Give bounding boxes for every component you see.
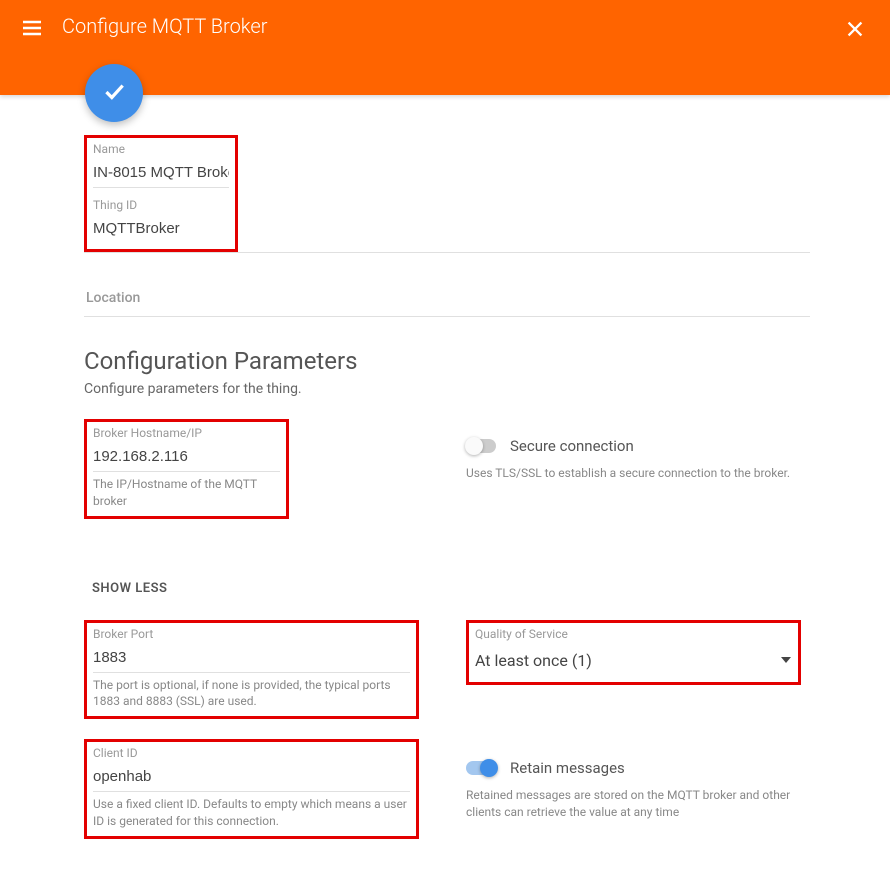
client-id-hint: Use a fixed client ID. Defaults to empty… — [93, 796, 410, 830]
highlight-broker-host: Broker Hostname/IP The IP/Hostname of th… — [84, 419, 289, 519]
broker-port-label: Broker Port — [93, 627, 410, 641]
location-row[interactable]: Location — [84, 277, 810, 317]
broker-host-hint: The IP/Hostname of the MQTT broker — [93, 476, 280, 510]
client-id-label: Client ID — [93, 746, 410, 760]
secure-connection-hint: Uses TLS/SSL to establish a secure conne… — [466, 465, 810, 482]
secure-connection-toggle[interactable] — [466, 439, 496, 453]
check-icon — [101, 78, 127, 108]
config-heading: Configuration Parameters — [84, 347, 810, 375]
retain-messages-toggle[interactable] — [466, 761, 496, 775]
app-header: Configure MQTT Broker — [0, 0, 890, 95]
highlight-client-id: Client ID Use a fixed client ID. Default… — [84, 739, 419, 839]
chevron-down-icon — [780, 651, 792, 670]
name-field[interactable] — [93, 160, 229, 188]
menu-icon[interactable] — [20, 16, 44, 44]
save-button[interactable] — [85, 64, 143, 122]
highlight-broker-port: Broker Port The port is optional, if non… — [84, 620, 419, 720]
thing-id-field[interactable] — [93, 216, 229, 243]
retain-messages-label: Retain messages — [510, 759, 625, 777]
show-less-button[interactable]: SHOW LESS — [92, 581, 810, 596]
broker-port-field[interactable] — [93, 645, 410, 673]
name-label: Name — [93, 142, 229, 156]
thing-id-label: Thing ID — [93, 198, 229, 212]
qos-value: At least once (1) — [475, 651, 592, 670]
content-area: Name Thing ID Location Configuration Par… — [0, 95, 890, 873]
highlight-name-thing: Name Thing ID — [84, 135, 238, 252]
location-label: Location — [86, 290, 140, 306]
page-title: Configure MQTT Broker — [62, 14, 267, 38]
qos-select[interactable]: At least once (1) — [475, 645, 792, 676]
config-subheading: Configure parameters for the thing. — [84, 381, 810, 397]
broker-host-field[interactable] — [93, 444, 280, 472]
client-id-field[interactable] — [93, 764, 410, 792]
retain-messages-hint: Retained messages are stored on the MQTT… — [466, 787, 810, 821]
broker-host-label: Broker Hostname/IP — [93, 426, 280, 440]
close-icon[interactable] — [844, 18, 866, 44]
broker-port-hint: The port is optional, if none is provide… — [93, 677, 410, 711]
secure-connection-label: Secure connection — [510, 437, 634, 455]
highlight-qos: Quality of Service At least once (1) — [466, 620, 801, 685]
qos-label: Quality of Service — [475, 627, 792, 641]
